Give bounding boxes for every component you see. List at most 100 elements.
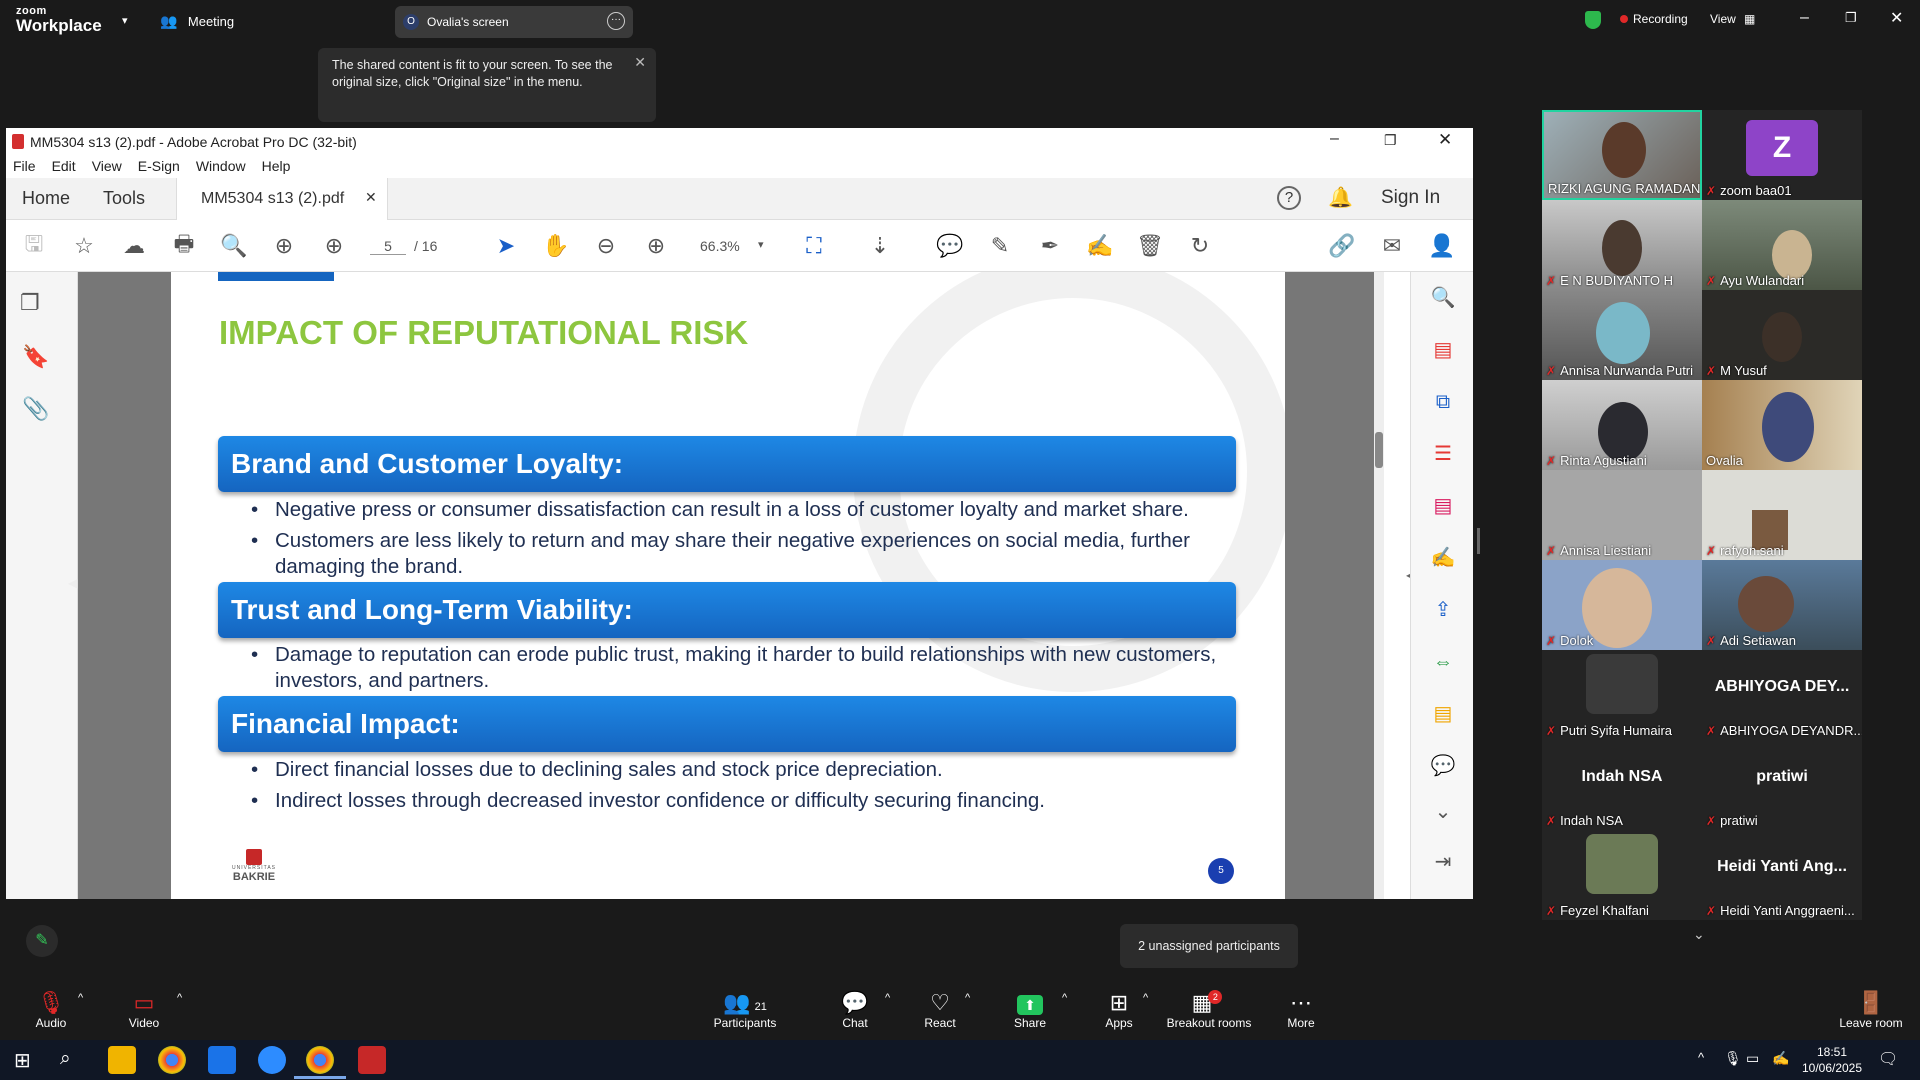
more-options-icon[interactable]: ··· xyxy=(607,12,625,30)
organize-pages-icon[interactable]: ☰ xyxy=(1429,440,1457,468)
comment-icon[interactable]: 💬 xyxy=(936,232,964,260)
page-down-icon[interactable]: ⊕ xyxy=(320,232,348,260)
menu-help[interactable]: Help xyxy=(262,158,291,174)
chrome-icon[interactable] xyxy=(158,1046,186,1074)
tray-chevron-icon[interactable]: ^ xyxy=(1698,1050,1704,1065)
meeting-menu[interactable]: 👥 Meeting xyxy=(160,13,234,31)
menu-file[interactable]: File xyxy=(13,158,36,174)
scroll-mode-icon[interactable]: ⇣ xyxy=(866,232,894,260)
view-button[interactable]: View xyxy=(1710,12,1736,26)
compress-icon[interactable]: ⇔ xyxy=(1429,648,1457,676)
minimize-icon[interactable]: – xyxy=(1800,9,1809,27)
participant-tile[interactable]: ✗ rafyon.sani xyxy=(1702,470,1862,560)
network-icon[interactable]: ▭ xyxy=(1746,1050,1759,1067)
apps-options-chevron-icon[interactable]: ^ xyxy=(1143,992,1148,1004)
share-options-chevron-icon[interactable]: ^ xyxy=(1062,992,1067,1004)
sign-icon[interactable]: ✍ xyxy=(1086,232,1114,260)
hand-icon[interactable]: ✋ xyxy=(542,232,570,260)
pen-tray-icon[interactable]: ✍ xyxy=(1772,1050,1789,1067)
zoom-out-search-icon[interactable]: 🔍 xyxy=(220,232,248,260)
minimize-icon[interactable]: – xyxy=(1330,130,1339,148)
react-button[interactable]: ♡ React xyxy=(895,990,985,1030)
windows-start-icon[interactable]: ⊞ xyxy=(14,1048,31,1073)
gallery-next-chevron-icon[interactable]: ⌄ xyxy=(1693,926,1705,943)
grid-icon[interactable]: ▦ xyxy=(1744,12,1755,26)
participant-tile[interactable]: ✗ E N BUDIYANTO H xyxy=(1542,200,1702,290)
bell-icon[interactable]: 🔔 xyxy=(1328,185,1353,210)
collapse-left-icon[interactable]: ◀ xyxy=(68,576,77,590)
video-options-chevron-icon[interactable]: ^ xyxy=(177,992,182,1004)
share-user-icon[interactable]: 👤 xyxy=(1428,232,1456,260)
menu-esign[interactable]: E-Sign xyxy=(138,158,180,174)
participant-tile[interactable]: Indah NSA ✗ Indah NSA xyxy=(1542,740,1702,830)
fit-page-icon[interactable]: ⛶ xyxy=(800,232,828,260)
participant-tile[interactable]: RIZKI AGUNG RAMADANI xyxy=(1542,110,1702,200)
zoom-search-icon[interactable]: 🔍 xyxy=(1429,284,1457,312)
acrobat-app-icon[interactable] xyxy=(358,1046,386,1074)
tab-home[interactable]: Home xyxy=(22,188,70,209)
notifications-icon[interactable]: 🗨 xyxy=(1878,1049,1898,1069)
zoom-plus-icon[interactable]: ⊕ xyxy=(642,232,670,260)
email-icon[interactable]: ✉ xyxy=(1378,232,1406,260)
participant-tile[interactable]: ✗ Rinta Agustiani xyxy=(1542,380,1702,470)
react-options-chevron-icon[interactable]: ^ xyxy=(965,992,970,1004)
tab-tools[interactable]: Tools xyxy=(103,188,145,209)
zoom-minus-icon[interactable]: ⊖ xyxy=(592,232,620,260)
recording-label[interactable]: Recording xyxy=(1633,12,1688,26)
participant-tile[interactable]: ✗ M Yusuf xyxy=(1702,290,1862,380)
apps-button[interactable]: ⊞ Apps xyxy=(1074,990,1164,1030)
chat-options-chevron-icon[interactable]: ^ xyxy=(885,992,890,1004)
leave-room-button[interactable]: 🚪 Leave room xyxy=(1826,990,1916,1030)
link-icon[interactable]: 🔗 xyxy=(1328,232,1356,260)
vertical-scrollbar[interactable] xyxy=(1374,272,1384,899)
delete-icon[interactable]: 🗑 xyxy=(1136,232,1164,260)
store-icon[interactable] xyxy=(208,1046,236,1074)
page-up-icon[interactable]: ⊕ xyxy=(270,232,298,260)
menu-window[interactable]: Window xyxy=(196,158,246,174)
help-icon[interactable]: ? xyxy=(1277,186,1301,210)
video-button[interactable]: ▭ Video xyxy=(99,990,189,1030)
upload-cloud-icon[interactable]: ☁ xyxy=(120,232,148,260)
combine-files-icon[interactable]: ⧉ xyxy=(1429,388,1457,416)
participant-tile[interactable]: pratiwi ✗ pratiwi xyxy=(1702,740,1862,830)
sign-in-button[interactable]: Sign In xyxy=(1381,187,1440,209)
file-explorer-icon[interactable] xyxy=(108,1046,136,1074)
print-icon[interactable]: 🖶 xyxy=(170,231,198,260)
participants-button[interactable]: 👥 21 Participants xyxy=(700,990,790,1030)
bookmark-icon[interactable]: 🔖 xyxy=(22,344,49,370)
clock[interactable]: 18:51 10/06/2025 xyxy=(1800,1044,1864,1076)
close-tab-icon[interactable]: ✕ xyxy=(365,189,377,206)
participant-tile[interactable]: Heidi Yanti Ang... ✗ Heidi Yanti Anggraen… xyxy=(1702,830,1862,920)
save-icon[interactable]: 🖫 xyxy=(20,231,48,260)
close-icon[interactable]: ✕ xyxy=(1438,130,1452,150)
send-review-icon[interactable]: ▤ xyxy=(1429,700,1457,728)
highlight-icon[interactable]: ✎ xyxy=(986,232,1014,260)
select-arrow-icon[interactable]: ➤ xyxy=(492,232,520,260)
export-pdf-icon[interactable]: ⇪ xyxy=(1429,596,1457,624)
page-thumbnails-icon[interactable]: ❐ xyxy=(20,290,40,316)
participant-tile[interactable]: Ovalia xyxy=(1702,380,1862,470)
screen-share-pill[interactable]: O Ovalia's screen ··· xyxy=(395,6,633,38)
close-icon[interactable]: ✕ xyxy=(1890,8,1903,28)
tab-document[interactable]: MM5304 s13 (2).pdf ✕ xyxy=(176,178,388,220)
zoom-dropdown-icon[interactable]: ▾ xyxy=(758,238,764,251)
menu-edit[interactable]: Edit xyxy=(52,158,76,174)
comment-tool-icon[interactable]: 💬 xyxy=(1429,752,1457,780)
star-icon[interactable]: ☆ xyxy=(70,232,98,260)
breakout-rooms-button[interactable]: ▦2 Breakout rooms xyxy=(1164,990,1254,1030)
participant-tile[interactable]: ✗ Dolok xyxy=(1542,560,1702,650)
tooltip-close-icon[interactable]: ✕ xyxy=(634,54,646,71)
draw-icon[interactable]: ✒ xyxy=(1036,232,1064,260)
restore-icon[interactable]: ❐ xyxy=(1384,132,1397,149)
participant-tile[interactable]: ✗ Ayu Wulandari xyxy=(1702,200,1862,290)
gallery-resize-handle[interactable] xyxy=(1477,528,1480,554)
menu-view[interactable]: View xyxy=(92,158,122,174)
page-number-input[interactable]: 5 xyxy=(370,238,406,255)
chrome-active-icon[interactable] xyxy=(306,1046,334,1074)
zoom-level[interactable]: 66.3% xyxy=(700,238,740,254)
rotate-icon[interactable]: ↻ xyxy=(1186,232,1214,260)
document-viewport[interactable]: ◀ IMPACT OF REPUTATIONAL RISK Brand and … xyxy=(68,272,1384,899)
participant-tile[interactable]: ✗ Feyzel Khalfani xyxy=(1542,830,1702,920)
participant-tile[interactable]: ✗ Adi Setiawan xyxy=(1702,560,1862,650)
participant-tile[interactable]: ✗ Annisa Liestiani xyxy=(1542,470,1702,560)
